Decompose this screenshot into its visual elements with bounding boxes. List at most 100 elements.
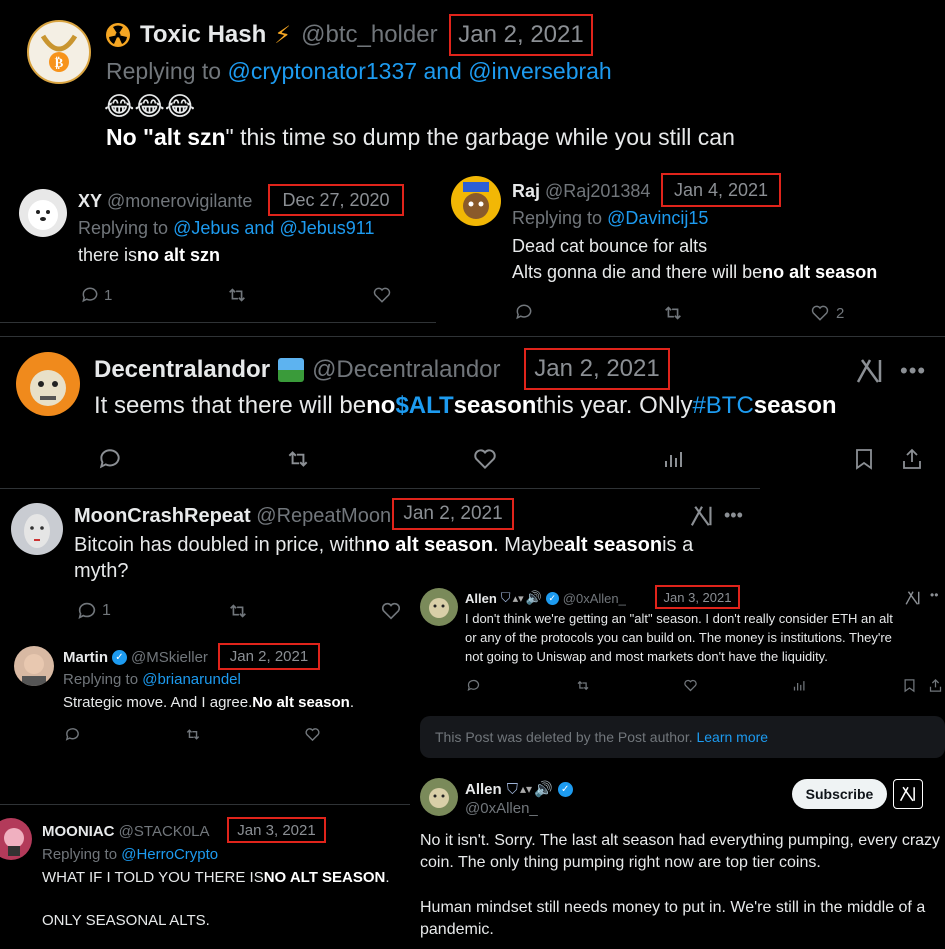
replying-to-label: Replying to <box>63 670 139 688</box>
like-icon[interactable] <box>380 600 402 622</box>
avatar[interactable] <box>11 503 63 555</box>
date-highlight: Jan 2, 2021 <box>392 498 514 530</box>
reply-action[interactable]: 1 <box>80 284 112 306</box>
handle[interactable]: @Raj201384 <box>545 181 650 202</box>
handle[interactable]: @btc_holder <box>301 21 437 49</box>
retweet-icon[interactable] <box>662 302 684 324</box>
date-highlight: Jan 3, 2021 <box>227 817 326 843</box>
handle[interactable]: @Decentralandor <box>312 356 500 384</box>
like-action[interactable]: 2 <box>810 302 844 324</box>
more-options-icon[interactable]: ••• <box>724 505 743 526</box>
views-icon[interactable] <box>792 678 807 693</box>
tweet-date[interactable]: Jan 3, 2021 <box>664 590 732 605</box>
display-name[interactable]: Decentralandor <box>94 356 270 384</box>
share-icon[interactable] <box>900 446 924 472</box>
deleted-post-text: This Post was deleted by the Post author… <box>435 729 693 745</box>
like-icon[interactable] <box>304 726 321 743</box>
tweet-text-line: Bitcoin has doubled in price, with no al… <box>74 533 694 556</box>
reply-icon[interactable] <box>514 302 534 322</box>
avatar[interactable] <box>451 176 501 226</box>
grok-icon[interactable] <box>905 590 921 606</box>
avatar[interactable] <box>0 818 32 860</box>
mention-link[interactable]: @brianarundel <box>142 671 241 688</box>
date-highlight: Jan 3, 2021 <box>655 585 740 609</box>
display-name[interactable]: Allen <box>465 781 502 798</box>
tweet-date[interactable]: Jan 2, 2021 <box>458 21 583 49</box>
bookmark-icon[interactable] <box>852 446 876 472</box>
tweet-text-line: ONLY SEASONAL ALTS. <box>42 911 210 929</box>
tweet-date[interactable]: Dec 27, 2020 <box>282 190 389 211</box>
bat-emoji-icon: ▴▾ <box>512 592 524 605</box>
retweet-icon[interactable] <box>226 600 250 622</box>
like-icon[interactable] <box>472 446 498 472</box>
reply-icon[interactable] <box>64 726 81 743</box>
avatar[interactable]: ₿ <box>27 20 91 84</box>
grok-icon[interactable] <box>690 505 714 527</box>
display-name[interactable]: Raj <box>512 181 540 202</box>
radioactive-emoji-icon <box>106 23 130 47</box>
mention-link[interactable]: @inversebrah <box>468 58 612 85</box>
retweet-icon[interactable] <box>226 284 248 306</box>
tweet-text-line: Alts gonna die and there will be no alt … <box>512 261 878 282</box>
handle[interactable]: @monerovigilante <box>107 191 252 212</box>
display-name[interactable]: Allen <box>465 591 497 606</box>
mention-link[interactable]: @Jebus911 <box>279 218 374 239</box>
display-name[interactable]: MOONIAC <box>42 823 115 840</box>
like-icon[interactable] <box>683 678 698 693</box>
tweet-text: there is no alt szn <box>78 244 221 265</box>
tweet-text: No " alt szn " this time so dump the garba… <box>106 123 735 150</box>
display-name[interactable]: XY <box>78 191 102 212</box>
verified-badge-icon: ✓ <box>557 781 573 797</box>
more-options-icon[interactable]: ••• <box>900 358 926 384</box>
tweet-text-line: No it isn't. Sorry. The last alt season … <box>420 832 941 849</box>
face-icon <box>24 514 50 548</box>
reply-icon[interactable] <box>466 678 481 693</box>
avatar[interactable] <box>420 778 458 816</box>
avatar[interactable] <box>19 189 67 237</box>
tweet-date[interactable]: Jan 3, 2021 <box>237 822 315 839</box>
handle[interactable]: @0xAllen_ <box>563 591 626 606</box>
avatar[interactable] <box>420 588 458 626</box>
like-icon[interactable] <box>372 285 392 305</box>
avatar[interactable] <box>16 352 80 416</box>
bitcoin-necklace-icon: ₿ <box>40 34 78 72</box>
replying-to-label: Replying to <box>512 207 603 228</box>
tweet-text-line: or any of the protocols you can build on… <box>465 629 892 645</box>
share-icon[interactable] <box>928 678 943 693</box>
retweet-icon[interactable] <box>184 726 202 743</box>
tweet-text-line: not going to Uniswap and most markets do… <box>465 648 828 664</box>
verified-badge-icon: ✓ <box>112 649 127 665</box>
tweet-date[interactable]: Jan 2, 2021 <box>534 355 659 383</box>
reply-icon <box>78 602 96 619</box>
handle[interactable]: @STACK0LA <box>119 823 210 840</box>
reply-count: 1 <box>104 286 113 304</box>
mention-link[interactable]: @cryptonator1337 <box>227 58 417 85</box>
grok-icon[interactable] <box>856 358 884 384</box>
subscribe-button[interactable]: Subscribe <box>792 779 887 809</box>
learn-more-link[interactable]: Learn more <box>696 729 768 745</box>
display-name[interactable]: MoonCrashRepeat <box>74 505 251 528</box>
mention-link[interactable]: @HerroCrypto <box>121 846 218 863</box>
grok-button[interactable] <box>893 779 923 809</box>
tweet-text-line: Dead cat bounce for alts <box>512 235 708 256</box>
handle[interactable]: @RepeatMoon <box>256 505 391 528</box>
avatar[interactable] <box>14 646 54 686</box>
handle[interactable]: @0xAllen_ <box>465 800 538 817</box>
reply-action[interactable]: 1 <box>76 600 111 622</box>
tweet-date[interactable]: Jan 2, 2021 <box>230 648 308 665</box>
views-icon[interactable] <box>662 446 686 472</box>
mention-link[interactable]: @Jebus <box>173 218 239 239</box>
more-options-icon[interactable]: •• <box>930 588 938 602</box>
tweet-date[interactable]: Jan 2, 2021 <box>403 503 502 525</box>
handle[interactable]: @MSkieller <box>131 649 208 666</box>
and-label: and <box>423 57 462 84</box>
retweet-icon[interactable] <box>284 446 312 472</box>
dog-icon <box>28 200 58 230</box>
tweet-date[interactable]: Jan 4, 2021 <box>674 180 768 201</box>
display-name[interactable]: Martin <box>63 649 108 666</box>
retweet-icon[interactable] <box>575 678 591 693</box>
bookmark-icon[interactable] <box>902 678 917 693</box>
reply-icon[interactable] <box>97 446 123 472</box>
display-name[interactable]: Toxic Hash <box>140 21 266 49</box>
mention-link[interactable]: @Davincij15 <box>607 208 708 229</box>
